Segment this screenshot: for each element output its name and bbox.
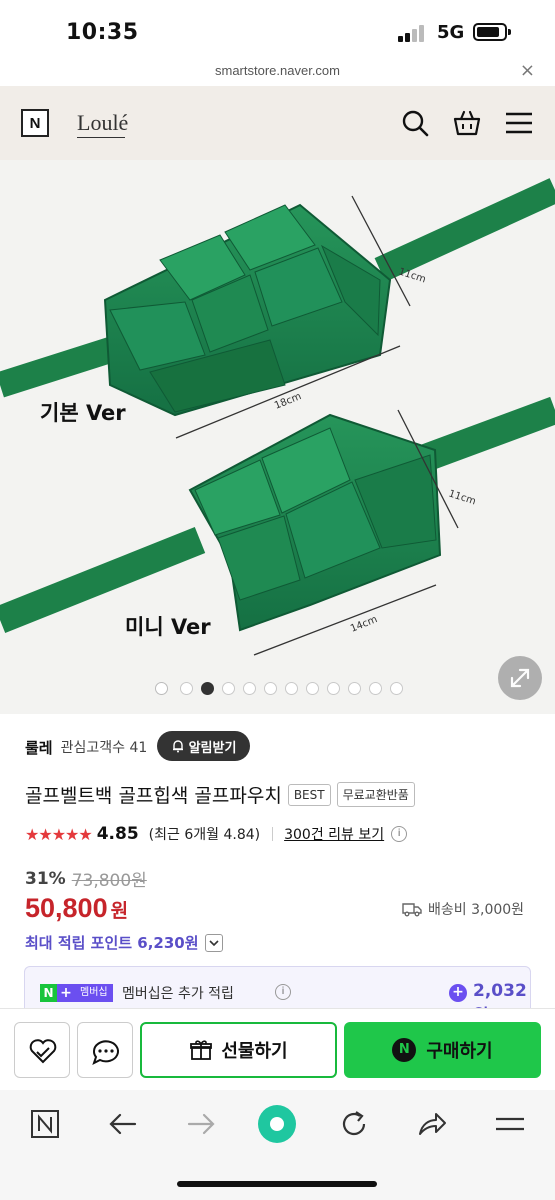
naver-home-icon[interactable] (27, 1106, 63, 1142)
network-label: 5G (437, 22, 465, 43)
basic-width-label: 18cm (273, 391, 303, 412)
more-menu-icon[interactable] (492, 1106, 528, 1142)
pagination-dot-active[interactable] (201, 682, 214, 695)
basic-version-label: 기본 Ver (40, 401, 126, 425)
url-bar[interactable]: smartstore.naver.com × (0, 60, 555, 86)
sale-price: 50,800 (25, 893, 108, 923)
follower-count: 관심고객수 41 (60, 740, 148, 756)
plus-circle-icon: + (449, 984, 467, 1002)
signal-icon (398, 24, 428, 42)
gift-button-label: 선물하기 (221, 1041, 288, 1062)
rating-recent: (최근 6개월 4.84) (148, 827, 261, 843)
basic-bag-illustration (103, 203, 392, 417)
shopping-basket-icon[interactable] (451, 107, 483, 139)
status-bar: 10:35 5G (0, 0, 555, 60)
product-photo: 11cm 18cm 11cm 14cm 기본 Ver 미니 Ver (0, 178, 555, 656)
talk-button[interactable] (77, 1022, 133, 1078)
star-rating-icon: ★★★★★ (25, 824, 93, 844)
green-dot-icon[interactable] (256, 1103, 298, 1145)
chevron-down-icon[interactable] (204, 933, 223, 952)
home-indicator[interactable] (177, 1181, 377, 1187)
wishlist-button[interactable] (14, 1022, 70, 1078)
naver-pay-icon: N (392, 1038, 417, 1062)
naver-logo-letter: N (29, 115, 41, 132)
price-line: 50,800 원 (25, 893, 128, 924)
pagination-dot[interactable] (264, 682, 277, 695)
buy-button[interactable]: N 구매하기 (344, 1022, 541, 1078)
rating-value: 4.85 (96, 824, 139, 844)
mini-version-label: 미니 Ver (125, 615, 211, 639)
gift-icon (190, 1040, 213, 1060)
url-text[interactable]: smartstore.naver.com (0, 63, 555, 78)
store-name[interactable]: 룰레 (25, 737, 53, 758)
rating-divider (272, 827, 274, 841)
pagination-dot[interactable] (348, 682, 361, 695)
basic-height-label: 11cm (397, 266, 427, 285)
membership-badge: N + 멤버십 (40, 984, 113, 1002)
purchase-action-bar: 선물하기 N 구매하기 (0, 1008, 555, 1090)
naver-n-icon: N (40, 984, 57, 1002)
pagination-dot[interactable] (306, 682, 319, 695)
alarm-button[interactable]: 알림받기 (157, 731, 250, 761)
pagination-dot[interactable] (390, 682, 403, 695)
battery-icon (473, 23, 511, 41)
membership-badge-label: 멤버십 (75, 984, 113, 1002)
pagination-dot[interactable] (180, 682, 193, 695)
original-price: 73,800원 (71, 871, 147, 891)
menu-icon[interactable] (503, 107, 535, 139)
pagination-dot[interactable] (327, 682, 340, 695)
plus-icon: + (57, 984, 75, 1002)
pagination-dot[interactable] (243, 682, 256, 695)
product-image[interactable]: 11cm 18cm 11cm 14cm 기본 Ver 미니 Ver (0, 160, 555, 714)
free-return-tag: 무료교환반품 (336, 782, 415, 807)
forward-arrow-icon[interactable] (183, 1106, 219, 1142)
back-arrow-icon[interactable] (105, 1106, 141, 1142)
search-icon[interactable] (399, 107, 431, 139)
pagination-dot[interactable] (369, 682, 382, 695)
buy-button-label: 구매하기 (426, 1041, 493, 1062)
product-title: 골프벨트백 골프힙색 골프파우치 (25, 785, 282, 807)
info-icon[interactable]: i (391, 826, 408, 842)
share-icon[interactable] (414, 1106, 450, 1142)
membership-text: 멤버십은 추가 적립 (122, 986, 234, 1002)
refresh-icon[interactable] (336, 1106, 372, 1142)
pagination-dot[interactable] (285, 682, 298, 695)
store-line: 룰레 관심고객수 41 (25, 733, 147, 761)
info-icon[interactable]: i (275, 984, 291, 1000)
shipping-fee: 배송비 3,000원 (428, 902, 525, 918)
pagination-dot[interactable] (222, 682, 235, 695)
shipping-info: 배송비 3,000원 (402, 899, 524, 919)
truck-icon (402, 903, 422, 917)
expand-image-button[interactable] (498, 656, 542, 700)
heart-check-icon (29, 1039, 57, 1064)
gift-button[interactable]: 선물하기 (140, 1022, 337, 1078)
chat-icon (92, 1040, 119, 1065)
max-points[interactable]: 최대 적립 포인트 6,230원 (25, 932, 199, 953)
bell-plus-icon (172, 740, 183, 753)
points-line[interactable]: 최대 적립 포인트 6,230원 (25, 932, 223, 953)
close-icon[interactable]: × (520, 60, 535, 81)
discount-rate: 31% (25, 868, 66, 889)
currency-unit: 원 (110, 900, 129, 922)
review-link[interactable]: 300건 리뷰 보기 (284, 824, 384, 844)
mini-height-label: 11cm (447, 488, 477, 507)
video-play-dot[interactable] (155, 682, 168, 695)
best-tag: BEST (287, 783, 331, 806)
rating-line: ★★★★★ 4.85 (최근 6개월 4.84) 300건 리뷰 보기 i (25, 824, 408, 844)
naver-logo-button[interactable]: N (21, 109, 49, 137)
discount-line: 31% 73,800원 (25, 866, 147, 892)
alarm-button-label: 알림받기 (188, 740, 237, 756)
status-time: 10:35 (66, 20, 139, 45)
product-title-line: 골프벨트백 골프힙색 골프파우치 BEST 무료교환반품 (25, 781, 415, 808)
brand-underline (77, 137, 125, 138)
brand-logo[interactable]: Loulé (77, 110, 128, 136)
expand-icon (510, 668, 530, 688)
